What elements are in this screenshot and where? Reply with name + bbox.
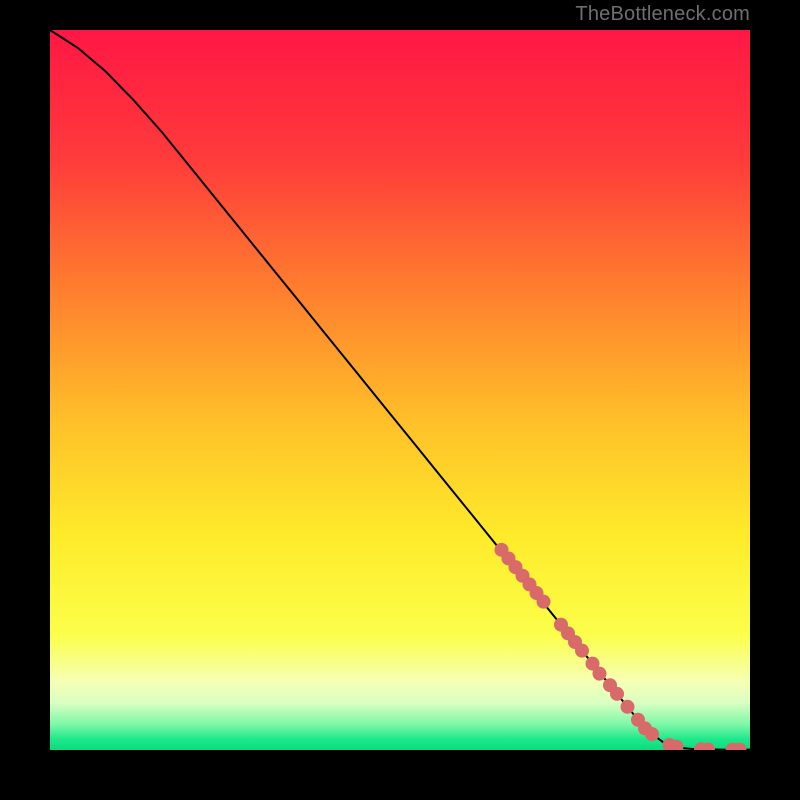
data-marker	[575, 644, 589, 658]
chart-plot-area	[50, 30, 750, 750]
gradient-background	[50, 30, 750, 750]
data-marker	[593, 667, 607, 681]
data-marker	[621, 700, 635, 714]
chart-frame: TheBottleneck.com	[0, 0, 800, 800]
data-marker	[537, 595, 551, 609]
data-marker	[610, 687, 624, 701]
data-marker	[645, 727, 659, 741]
watermark-label: TheBottleneck.com	[575, 3, 750, 26]
chart-svg	[50, 30, 750, 750]
